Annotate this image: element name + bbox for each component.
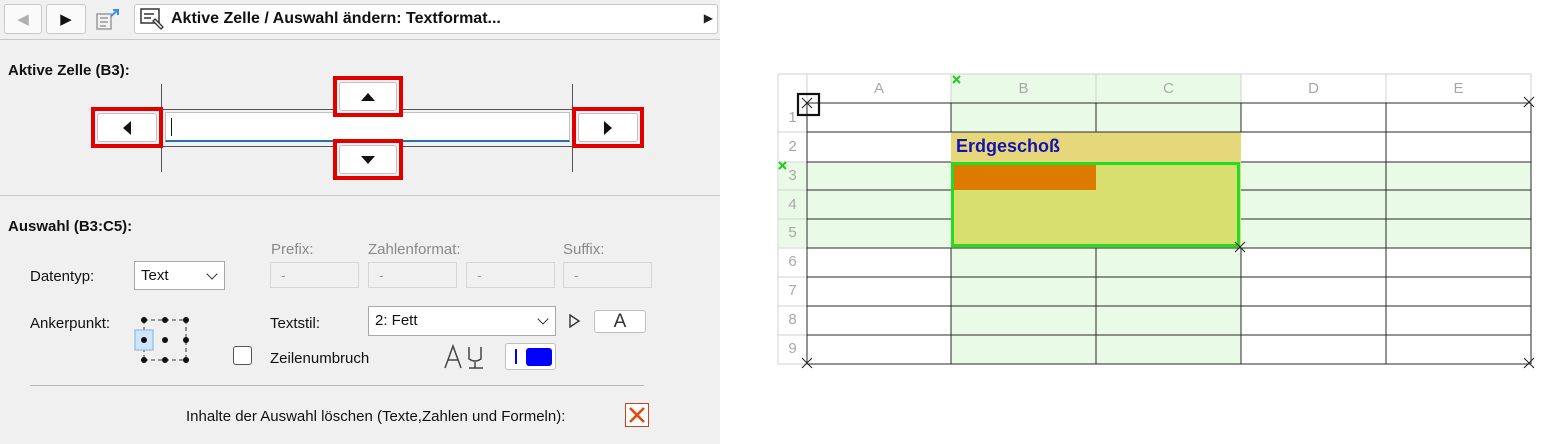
row-header-6[interactable]: 6 (778, 253, 807, 270)
column-header-a[interactable]: A (807, 80, 951, 97)
row-header-8[interactable]: 8 (778, 311, 807, 328)
row-header-5[interactable]: 5 (778, 224, 807, 241)
column-header-b[interactable]: B (951, 80, 1096, 97)
row-header-9[interactable]: 9 (778, 340, 807, 357)
row-header-3[interactable]: 3 (778, 167, 807, 184)
spreadsheet (777, 73, 1535, 369)
column-header-c[interactable]: C (1096, 80, 1241, 97)
cell-b2-text[interactable]: Erdgeschoß (956, 136, 1060, 157)
column-header-e[interactable]: E (1386, 80, 1531, 97)
row-header-7[interactable]: 7 (778, 282, 807, 299)
row-header-1[interactable]: 1 (778, 109, 807, 126)
row-header-2[interactable]: 2 (778, 138, 807, 155)
column-header-d[interactable]: D (1241, 80, 1386, 97)
row-header-4[interactable]: 4 (778, 196, 807, 213)
active-cell-b3[interactable] (953, 164, 1096, 190)
